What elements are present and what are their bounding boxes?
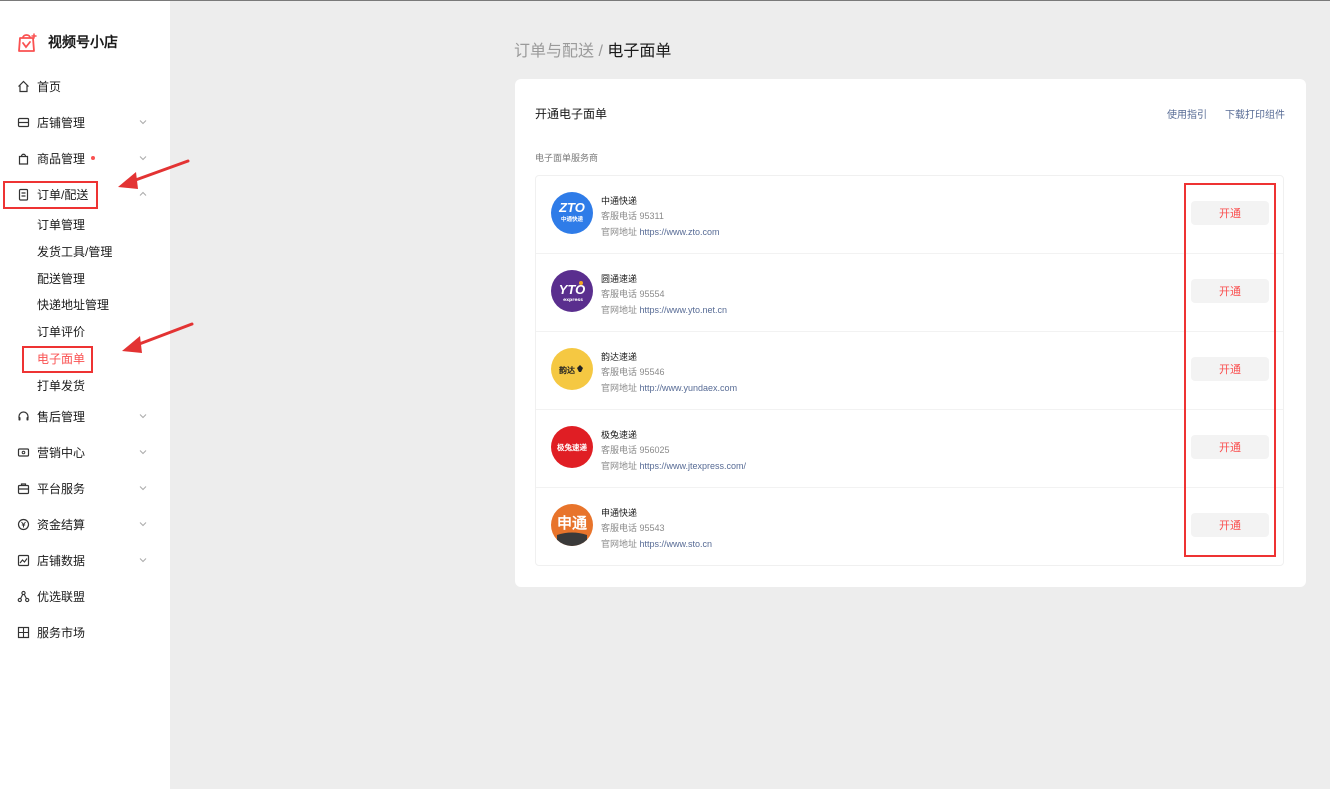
sidebar-item-settlement[interactable]: 资金结算 (16, 512, 156, 536)
app-title: 视频号小店 (48, 34, 118, 50)
sidebar-item-label: 优选联盟 (37, 589, 86, 604)
courier-phone: 客服电话 956025 (601, 445, 670, 455)
waybill-card: 开通电子面单 使用指引 下载打印组件 电子面单服务商 ZTO 中通快递 中通快递 … (515, 79, 1306, 587)
sidebar-item-label: 售后管理 (37, 409, 86, 424)
sto-logo-icon: 申通 (551, 504, 593, 546)
courier-url: 官网地址 http://www.yundaex.com (601, 383, 738, 393)
sidebar-item-label: 店铺数据 (37, 553, 86, 568)
courier-row-jt: 极兔速递 极兔速递 客服电话 956025 官网地址 https://www.j… (536, 410, 1283, 488)
chevron-down-icon (139, 558, 147, 563)
annotation-highlight-box (22, 346, 93, 373)
breadcrumb: 订单与配送 / 电子面单 (514, 37, 671, 61)
courier-url: 官网地址 https://www.yto.net.cn (601, 305, 728, 315)
shop-bag-logo-icon (18, 33, 37, 52)
courier-row-yto: YTO express 圆通速递 客服电话 95554 官网地址 https://… (536, 254, 1283, 332)
chart-icon (16, 553, 30, 567)
sidebar: 视频号小店 首页 店铺管理 商品管理 订单/配送 订单管理 发货工具/管理 配送… (0, 1, 170, 789)
grid-icon (16, 625, 30, 639)
courier-url: 官网地址 https://www.zto.com (601, 227, 720, 237)
sidebar-item-store-data[interactable]: 店铺数据 (16, 548, 156, 572)
courier-name: 申通快递 (601, 508, 638, 518)
coupon-icon (16, 445, 30, 459)
courier-name: 极兔速递 (601, 430, 638, 440)
courier-name: 中通快递 (601, 196, 638, 206)
sidebar-item-home[interactable]: 首页 (16, 74, 156, 98)
courier-url-link[interactable]: https://www.zto.com (640, 227, 720, 237)
svg-text:中通快递: 中通快递 (561, 215, 584, 223)
svg-text:极兔速递: 极兔速递 (557, 442, 587, 452)
sidebar-item-label: 商品管理 (37, 151, 86, 166)
annotation-arrow-icon (122, 322, 194, 353)
chevron-down-icon (139, 450, 147, 455)
headset-icon (16, 409, 30, 423)
sidebar-item-aftersales[interactable]: 售后管理 (16, 404, 156, 428)
home-icon (16, 79, 30, 93)
sidebar-item-label: 资金结算 (37, 517, 86, 532)
annotation-arrow-icon (118, 159, 190, 189)
sidebar-item-marketing[interactable]: 营销中心 (16, 440, 156, 464)
courier-phone: 客服电话 95554 (601, 289, 665, 299)
breadcrumb-parent[interactable]: 订单与配送 (514, 43, 594, 60)
subitem-order-management[interactable]: 订单管理 (37, 216, 85, 234)
courier-url-link[interactable]: https://www.sto.cn (640, 539, 713, 549)
sidebar-item-label: 店铺管理 (37, 115, 86, 130)
courier-url: 官网地址 https://www.jtexpress.com/ (601, 461, 747, 471)
subitem-delivery-management[interactable]: 配送管理 (37, 270, 85, 288)
sidebar-item-label: 首页 (37, 79, 62, 94)
card-links: 使用指引 下载打印组件 (1167, 106, 1285, 121)
jt-logo-icon: 极兔速递 (551, 426, 593, 468)
briefcase-icon (16, 481, 30, 495)
courier-name: 韵达速递 (601, 352, 638, 362)
courier-name: 圆通速递 (601, 274, 638, 284)
guide-link[interactable]: 使用指引 (1167, 106, 1207, 121)
courier-row-yunda: 韵达 韵达速递 客服电话 95546 官网地址 http://www.yunda… (536, 332, 1283, 410)
courier-phone: 客服电话 95543 (601, 523, 665, 533)
courier-phone: 客服电话 95311 (601, 211, 664, 221)
sidebar-item-alliance[interactable]: 优选联盟 (16, 584, 156, 608)
breadcrumb-separator: / (594, 43, 608, 60)
section-label: 电子面单服务商 (535, 153, 599, 163)
app-logo[interactable]: 视频号小店 (16, 31, 118, 53)
courier-row-zto: ZTO 中通快递 中通快递 客服电话 95311 官网地址 https://www… (536, 176, 1283, 254)
courier-url: 官网地址 https://www.sto.cn (601, 539, 713, 549)
yen-icon (16, 517, 30, 531)
svg-text:ZTO: ZTO (558, 200, 585, 215)
sidebar-item-label: 平台服务 (37, 481, 86, 496)
notification-dot (91, 156, 96, 160)
svg-text:申通: 申通 (557, 514, 587, 532)
breadcrumb-current: 电子面单 (607, 43, 672, 60)
courier-phone: 客服电话 95546 (601, 367, 665, 377)
download-print-plugin-link[interactable]: 下载打印组件 (1225, 106, 1285, 121)
network-icon (16, 589, 30, 603)
chevron-down-icon (139, 414, 147, 419)
chevron-down-icon (139, 522, 147, 527)
annotation-highlight-box (1184, 183, 1276, 557)
window-top-border (0, 0, 1330, 1)
chevron-down-icon (139, 486, 147, 491)
subitem-print-ship[interactable]: 打单发货 (37, 377, 85, 395)
sidebar-item-label: 服务市场 (37, 625, 86, 640)
annotation-highlight-box (3, 181, 98, 209)
sidebar-item-label: 营销中心 (37, 445, 86, 460)
bag-icon (16, 151, 30, 165)
courier-row-sto: 申通 申通快递 客服电话 95543 官网地址 https://www.sto.… (536, 488, 1283, 566)
svg-text:韵达: 韵达 (559, 365, 575, 375)
zto-logo-icon: ZTO 中通快递 (551, 192, 593, 234)
courier-url-link[interactable]: https://www.yto.net.cn (640, 305, 728, 315)
subitem-order-reviews[interactable]: 订单评价 (37, 323, 85, 341)
courier-list: ZTO 中通快递 中通快递 客服电话 95311 官网地址 https://www… (535, 175, 1284, 566)
chevron-down-icon (139, 120, 147, 125)
store-icon (16, 115, 30, 129)
courier-url-link[interactable]: http://www.yundaex.com (640, 383, 738, 393)
card-title: 开通电子面单 (535, 107, 608, 121)
yto-logo-icon: YTO express (551, 270, 593, 312)
sidebar-item-service-market[interactable]: 服务市场 (16, 620, 156, 644)
courier-url-link[interactable]: https://www.jtexpress.com/ (640, 461, 747, 471)
yunda-logo-icon: 韵达 (551, 348, 593, 390)
subitem-address-management[interactable]: 快递地址管理 (37, 296, 109, 314)
subitem-shipping-tools[interactable]: 发货工具/管理 (37, 243, 112, 261)
sidebar-item-store[interactable]: 店铺管理 (16, 110, 156, 134)
svg-text:express: express (563, 297, 583, 303)
sidebar-item-platform-services[interactable]: 平台服务 (16, 476, 156, 500)
